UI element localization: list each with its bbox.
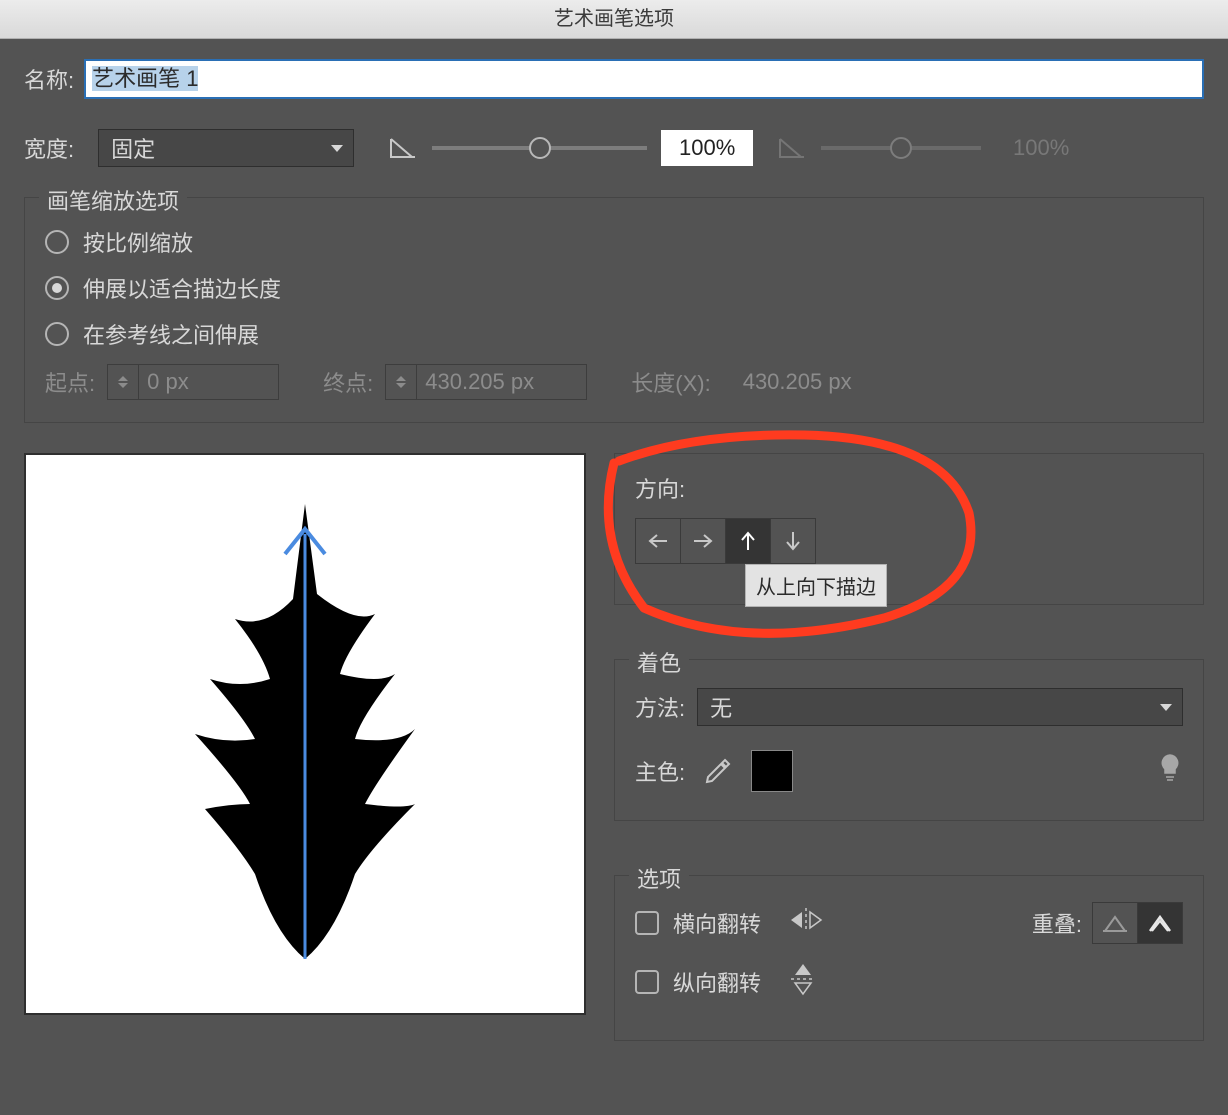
width-row: 宽度: 固定 100% 100% — [24, 129, 1204, 167]
pressure-curve-icon-2 — [777, 133, 807, 163]
radio-stretch-label: 伸展以适合描边长度 — [83, 272, 281, 304]
tint-method-label: 方法: — [635, 691, 685, 723]
checkbox-icon — [635, 911, 659, 935]
name-input[interactable]: 艺术画笔 1 — [84, 59, 1204, 99]
keycolor-swatch[interactable] — [751, 750, 793, 792]
tint-title: 着色 — [629, 646, 689, 678]
width-mode-dropdown[interactable]: 固定 — [98, 129, 354, 167]
scale-options-group: 画笔缩放选项 按比例缩放 伸展以适合描边长度 在参考线之间伸展 起点: 0 px… — [24, 197, 1204, 423]
overlap-label: 重叠: — [1032, 907, 1082, 939]
radio-icon — [45, 322, 69, 346]
name-row: 名称: 艺术画笔 1 — [24, 59, 1204, 99]
radio-proportional[interactable]: 按比例缩放 — [45, 226, 1183, 258]
overlap-option-1[interactable] — [1093, 903, 1138, 943]
tint-method-value: 无 — [710, 691, 732, 723]
brush-preview — [24, 453, 586, 1015]
direction-right-button[interactable] — [681, 519, 726, 563]
checkbox-icon — [635, 970, 659, 994]
pressure-curve-icon — [388, 133, 418, 163]
radio-proportional-label: 按比例缩放 — [83, 226, 193, 258]
width-percent-1[interactable]: 100% — [661, 130, 753, 166]
overlap-option-2[interactable] — [1138, 903, 1182, 943]
start-value: 0 px — [139, 369, 189, 395]
width-percent-2: 100% — [995, 130, 1087, 166]
flip-vertical-checkbox[interactable]: 纵向翻转 — [635, 962, 1183, 1002]
scale-options-title: 画笔缩放选项 — [39, 184, 187, 216]
end-label: 终点: — [323, 366, 373, 398]
start-label: 起点: — [45, 366, 95, 398]
flip-h-label: 横向翻转 — [673, 907, 761, 939]
length-value: 430.205 px — [743, 369, 852, 395]
direction-buttons — [635, 518, 816, 564]
spinner-icon — [108, 365, 139, 399]
brush-preview-art — [155, 504, 455, 964]
flip-horizontal-checkbox[interactable]: 横向翻转 — [635, 906, 823, 940]
width-slider-1[interactable] — [432, 146, 647, 150]
width-slider-2 — [821, 146, 981, 150]
direction-group: 方向: 从上向下描边 — [614, 453, 1204, 605]
flip-vertical-icon — [789, 962, 817, 1002]
direction-label: 方向: — [635, 472, 1183, 504]
flip-horizontal-icon — [789, 906, 823, 940]
tint-method-dropdown[interactable]: 无 — [697, 688, 1183, 726]
spinner-icon — [386, 365, 417, 399]
radio-guides[interactable]: 在参考线之间伸展 — [45, 318, 1183, 350]
overlap-buttons — [1092, 902, 1183, 944]
end-value-field: 430.205 px — [385, 364, 587, 400]
chevron-down-icon — [1160, 704, 1172, 711]
width-mode-value: 固定 — [111, 132, 155, 164]
eyedropper-icon[interactable] — [703, 756, 733, 786]
name-label: 名称: — [24, 63, 74, 95]
flip-v-label: 纵向翻转 — [673, 966, 761, 998]
guide-values-row: 起点: 0 px 终点: 430.205 px 长度(X): 430.205 p… — [45, 364, 1183, 400]
options-group: 选项 横向翻转 重叠: — [614, 875, 1204, 1041]
tips-bulb-icon[interactable] — [1157, 753, 1183, 790]
chevron-down-icon — [331, 145, 343, 152]
keycolor-label: 主色: — [635, 755, 685, 787]
radio-stretch[interactable]: 伸展以适合描边长度 — [45, 272, 1183, 304]
options-title: 选项 — [629, 862, 689, 894]
name-value: 艺术画笔 1 — [92, 66, 198, 91]
radio-icon — [45, 276, 69, 300]
start-value-field: 0 px — [107, 364, 279, 400]
length-label: 长度(X): — [631, 366, 710, 398]
tint-group: 着色 方法: 无 主色: — [614, 659, 1204, 821]
direction-tooltip: 从上向下描边 — [745, 564, 887, 607]
direction-up-button[interactable] — [726, 519, 771, 563]
radio-guides-label: 在参考线之间伸展 — [83, 318, 259, 350]
window-title: 艺术画笔选项 — [0, 0, 1228, 39]
direction-left-button[interactable] — [636, 519, 681, 563]
end-value: 430.205 px — [417, 369, 534, 395]
direction-down-button[interactable] — [771, 519, 815, 563]
width-label: 宽度: — [24, 132, 74, 164]
radio-icon — [45, 230, 69, 254]
